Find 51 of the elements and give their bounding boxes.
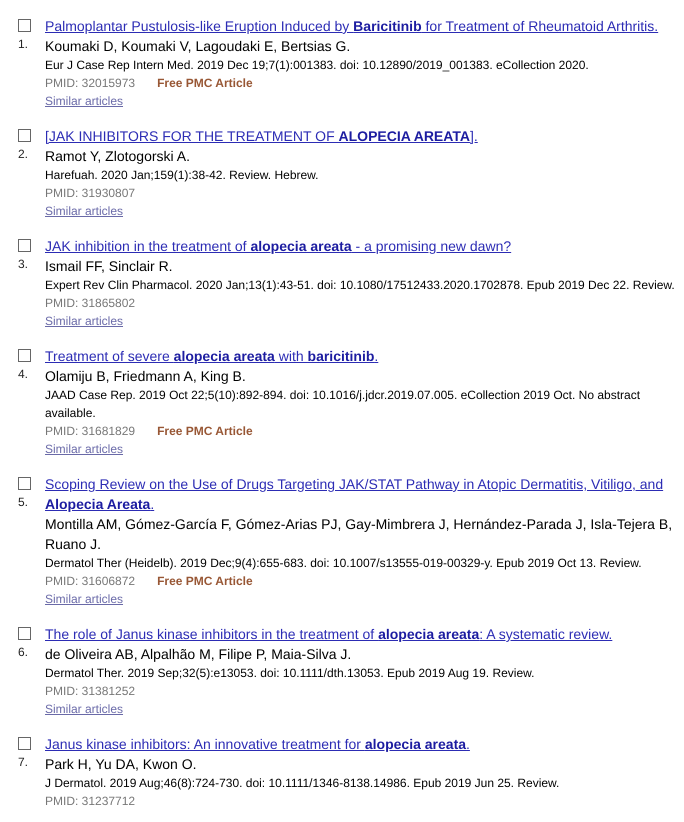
checkbox[interactable] — [18, 477, 31, 490]
free-pmc-link[interactable]: Free PMC Article — [157, 422, 253, 440]
similar-articles-link[interactable]: Similar articles — [45, 442, 124, 456]
similar-articles-link[interactable]: Similar articles — [45, 94, 124, 108]
pmid-text: PMID: 31237712 — [45, 793, 136, 810]
free-pmc-link[interactable]: Free PMC Article — [157, 74, 253, 92]
checkbox[interactable] — [18, 129, 31, 142]
authors-text: Park H, Yu DA, Kwon O. — [45, 755, 198, 774]
article-title-link[interactable]: Scoping Review on the Use of Drugs Targeting JAK/STAT Pathway in Atopic Dermatitis, Vitiligo, and Alopecia Areata. — [45, 474, 680, 514]
similar-articles-link[interactable]: Similar articles — [45, 204, 124, 218]
authors-text: Koumaki D, Koumaki V, Lagoudaki E, Bertsias G. — [45, 37, 352, 56]
article-title-link[interactable]: [JAK INHIBITORS FOR THE TREATMENT OF ALOPECIA AREATA]. — [45, 126, 680, 146]
citation-text: JAAD Case Rep. 2019 Oct 22;5(10):892-894. doi: 10.1016/j.jdcr.2019.07.005. eCollection 2019 Oct. No abstract available. — [45, 387, 642, 422]
pmid-text: PMID: 31606872 — [45, 573, 136, 590]
article-title-link[interactable]: The role of Janus kinase inhibitors in the treatment of alopecia areata: A systematic review. — [45, 624, 680, 644]
authors-text: de Oliveira AB, Alpalhão M, Filipe P, Maia-Silva J. — [45, 645, 352, 664]
article-title-link[interactable]: Palmoplantar Pustulosis-like Eruption Induced by Baricitinib for Treatment of Rheumatoid Arthritis. — [45, 16, 680, 36]
free-pmc-link[interactable]: Free PMC Article — [157, 572, 253, 590]
checkbox[interactable] — [18, 627, 31, 640]
article-title-link[interactable]: JAK inhibition in the treatment of alopecia areata - a promising new dawn? — [45, 236, 680, 256]
article-title-link[interactable]: Treatment of severe alopecia areata with baricitinib. — [45, 346, 680, 366]
result-number: 6. — [18, 645, 30, 659]
similar-articles-link[interactable]: Similar articles — [45, 702, 124, 716]
result-number: 3. — [18, 257, 30, 271]
citation-text: Expert Rev Clin Pharmacol. 2020 Jan;13(1):43-51. doi: 10.1080/17512433.2020.1702878. Epub 2019 Dec 22. Review. — [45, 277, 676, 294]
pmid-text: PMID: 31865802 — [45, 295, 136, 312]
citation-text: Eur J Case Rep Intern Med. 2019 Dec 19;7(1):001383. doi: 10.12890/2019_001383. eCollection 2020. — [45, 57, 590, 74]
citation-text: Dermatol Ther (Heidelb). 2019 Dec;9(4):655-683. doi: 10.1007/s13555-019-00329-y. Epub 2019 Oct 13. Review. — [45, 555, 643, 572]
citation-text: Dermatol Ther. 2019 Sep;32(5):e13053. doi: 10.1111/dth.13053. Epub 2019 Aug 19. Review. — [45, 665, 536, 682]
pmid-text: PMID: 31930807 — [45, 185, 136, 202]
authors-text: Ramot Y, Zlotogorski A. — [45, 147, 191, 166]
checkbox[interactable] — [18, 19, 31, 32]
pmid-text: PMID: 31381252 — [45, 683, 136, 700]
citation-text: J Dermatol. 2019 Aug;46(8):724-730. doi: 10.1111/1346-8138.14986. Epub 2019 Jun 25. Review. — [45, 775, 560, 792]
similar-articles-link[interactable]: Similar articles — [45, 592, 124, 606]
result-number: 1. — [18, 37, 30, 51]
authors-text: Montilla AM, Gómez-García F, Gómez-Arias PJ, Gay-Mimbrera J, Hernández-Parada J, Isla-Tejera B, Ruano J. — [45, 515, 674, 554]
checkbox[interactable] — [18, 349, 31, 362]
pmid-text: PMID: 31681829 — [45, 423, 136, 440]
result-number: 2. — [18, 147, 30, 161]
article-title-link[interactable]: Janus kinase inhibitors: An innovative treatment for alopecia areata. — [45, 734, 680, 754]
pmid-text: PMID: 32015973 — [45, 75, 136, 92]
similar-articles-link[interactable]: Similar articles — [45, 314, 124, 328]
checkbox[interactable] — [18, 239, 31, 252]
result-number: 7. — [18, 755, 30, 769]
result-number: 5. — [18, 495, 30, 509]
citation-text: Harefuah. 2020 Jan;159(1):38-42. Review. Hebrew. — [45, 167, 320, 184]
checkbox[interactable] — [18, 737, 31, 750]
result-number: 4. — [18, 367, 30, 381]
authors-text: Olamiju B, Friedmann A, King B. — [45, 367, 247, 386]
authors-text: Ismail FF, Sinclair R. — [45, 257, 174, 276]
